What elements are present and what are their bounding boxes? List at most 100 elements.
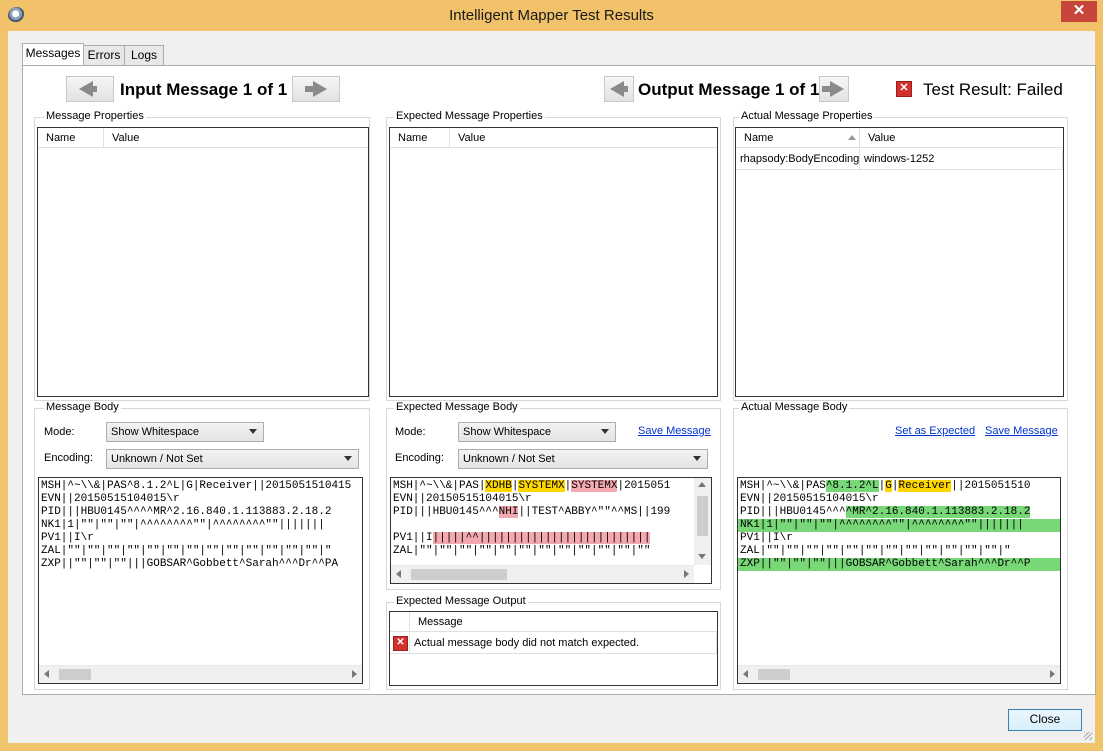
text-segment: MSH|^~\\&|PAS| [393,480,486,492]
body-line: MSH|^~\\&|PAS^8.1.2^L|G|Receiver||201505… [41,480,352,492]
diff-highlight: NHI [498,506,519,518]
encoding-select[interactable]: Unknown / Not Set [106,449,359,469]
output-next-button[interactable] [819,76,849,102]
scroll-up-icon[interactable] [698,482,706,487]
horizontal-scrollbar[interactable] [391,565,694,583]
column-header-name[interactable]: Name [390,128,450,148]
output-message-cell[interactable]: Actual message body did not match expect… [410,633,717,654]
window-close-button[interactable]: ✕ [1061,1,1097,22]
body-line: ZAL|""|""|""|""|""|""|""|""|""|""|""|""|… [740,545,1011,557]
diff-highlight: SYSTEMX [571,480,618,492]
message-properties-title: Message Properties [44,110,146,122]
text-segment: ||TEST^ABBY^""^^MS||199 [518,506,671,518]
body-line: NK1|1|""|""|""|^^^^^^^^""|^^^^^^^^""||||… [41,519,325,531]
column-header-name[interactable]: Name [736,128,860,148]
resize-grip-icon[interactable] [1084,732,1092,740]
expected-save-message-link[interactable]: Save Message [638,425,711,437]
text-segment: PV1||I [393,532,433,544]
scroll-thumb[interactable] [411,569,507,580]
expected-encoding-select[interactable]: Unknown / Not Set [458,449,708,469]
encoding-label: Encoding: [44,452,93,464]
diff-highlight: Receiver [898,480,952,492]
column-header-value[interactable]: Value [860,128,1063,148]
expected-output-list[interactable]: Message ✕ Actual message body did not ma… [389,611,718,686]
column-header-value[interactable]: Value [450,128,717,148]
scroll-left-icon[interactable] [743,670,748,678]
actual-body-text[interactable]: MSH|^~\\&|PAS^8.1.2^L|G|Receiver||201505… [737,477,1061,684]
column-header-message[interactable]: Message [410,612,717,632]
column-header-value[interactable]: Value [104,128,368,148]
diff-highlight: ^MR^2.16.840.1.113883.2.18.2 [845,506,1031,518]
input-body-text[interactable]: MSH|^~\\&|PAS^8.1.2^L|G|Receiver||201505… [38,477,363,684]
output-icon-cell[interactable]: ✕ [390,633,410,654]
property-name-cell[interactable]: rhapsody:BodyEncoding [736,149,860,170]
window-title: Intelligent Mapper Test Results [449,7,654,24]
failed-icon: ✕ [896,81,912,97]
text-segment: ||2015051510 [951,480,1031,492]
arrow-right-icon [305,81,327,97]
tab-logs[interactable]: Logs [124,45,164,66]
diff-highlight: SYSTEMX [518,480,565,492]
column-header-name[interactable]: Name [38,128,104,148]
horizontal-scrollbar[interactable] [39,665,362,683]
expected-body-text[interactable]: MSH|^~\\&|PAS|XDHB|SYSTEMX|SYSTEMX|20150… [390,477,712,584]
encoding-select-value: Unknown / Not Set [111,453,203,465]
diff-highlight: |||||^^|||||||||||||||||||||||||| [432,532,651,544]
mode-select-value: Show Whitespace [111,426,200,438]
expected-properties-list[interactable]: Name Value [389,127,718,397]
column-header-icon[interactable] [390,612,410,632]
body-line: PV1||I\r [41,532,94,544]
sort-ascending-icon [848,135,856,140]
scroll-thumb[interactable] [697,496,708,536]
expected-body-title: Expected Message Body [394,401,520,413]
input-prev-button[interactable] [66,76,114,102]
tab-messages[interactable]: Messages [22,43,84,65]
body-line: PID|||HBU0145^^^^MR^2.16.840.1.113883.2.… [41,506,332,518]
actual-save-message-link[interactable]: Save Message [985,425,1058,437]
encoding-label: Encoding: [395,452,444,464]
output-message-label: Output Message 1 of 1 [638,80,820,99]
set-as-expected-link[interactable]: Set as Expected [895,425,975,437]
scroll-down-icon[interactable] [698,554,706,559]
scroll-thumb[interactable] [59,669,91,680]
input-next-button[interactable] [292,76,340,102]
body-line: MSH|^~\\&|PAS|XDHB|SYSTEMX|SYSTEMX|20150… [393,480,670,493]
body-line: NK1|1|""|""|""|^^^^^^^^""|^^^^^^^^""||||… [738,519,1060,532]
actual-properties-list[interactable]: Name Value rhapsody:BodyEncoding windows… [735,127,1064,397]
body-line: ZAL|""|""|""|""|""|""|""|""|""|""|""|""|… [41,545,332,557]
body-line: EVN||20150515104015\r [740,493,879,505]
scroll-left-icon[interactable] [44,670,49,678]
output-prev-button[interactable] [604,76,634,102]
expected-properties-title: Expected Message Properties [394,110,545,122]
scroll-right-icon[interactable] [352,670,357,678]
arrow-left-icon [610,81,628,97]
vertical-scrollbar[interactable] [694,478,711,565]
test-result-label: Test Result: Failed [923,80,1063,99]
body-line: ZAL|""|""|""|""|""|""|""|""|""|""|""|"" [393,545,651,557]
property-value-cell[interactable]: windows-1252 [860,149,1063,170]
mode-select[interactable]: Show Whitespace [106,422,264,442]
mode-label: Mode: [44,426,75,438]
diff-highlight: ^8.1.2^L [825,480,879,492]
close-button[interactable]: Close [1008,709,1082,731]
body-line: PV1||I|||||^^|||||||||||||||||||||||||| [393,532,651,545]
scroll-right-icon[interactable] [1050,670,1055,678]
chevron-down-icon [249,429,257,434]
message-properties-list[interactable]: Name Value [37,127,369,397]
horizontal-scrollbar[interactable] [738,665,1060,683]
body-line: EVN||20150515104015\r [393,493,532,505]
scroll-right-icon[interactable] [684,570,689,578]
body-line: PID|||HBU0145^^^^MR^2.16.840.1.113883.2.… [740,506,1031,519]
message-body-title: Message Body [44,401,121,413]
scroll-thumb[interactable] [758,669,790,680]
input-message-label: Input Message 1 of 1 [120,80,288,99]
text-segment: |2015051 [617,480,671,492]
body-line: EVN||20150515104015\r [41,493,180,505]
tab-errors[interactable]: Errors [83,45,125,66]
mode-select-value: Show Whitespace [463,426,552,438]
chevron-down-icon [693,456,701,461]
scroll-left-icon[interactable] [396,570,401,578]
mode-label: Mode: [395,426,426,438]
chevron-down-icon [344,456,352,461]
expected-mode-select[interactable]: Show Whitespace [458,422,616,442]
